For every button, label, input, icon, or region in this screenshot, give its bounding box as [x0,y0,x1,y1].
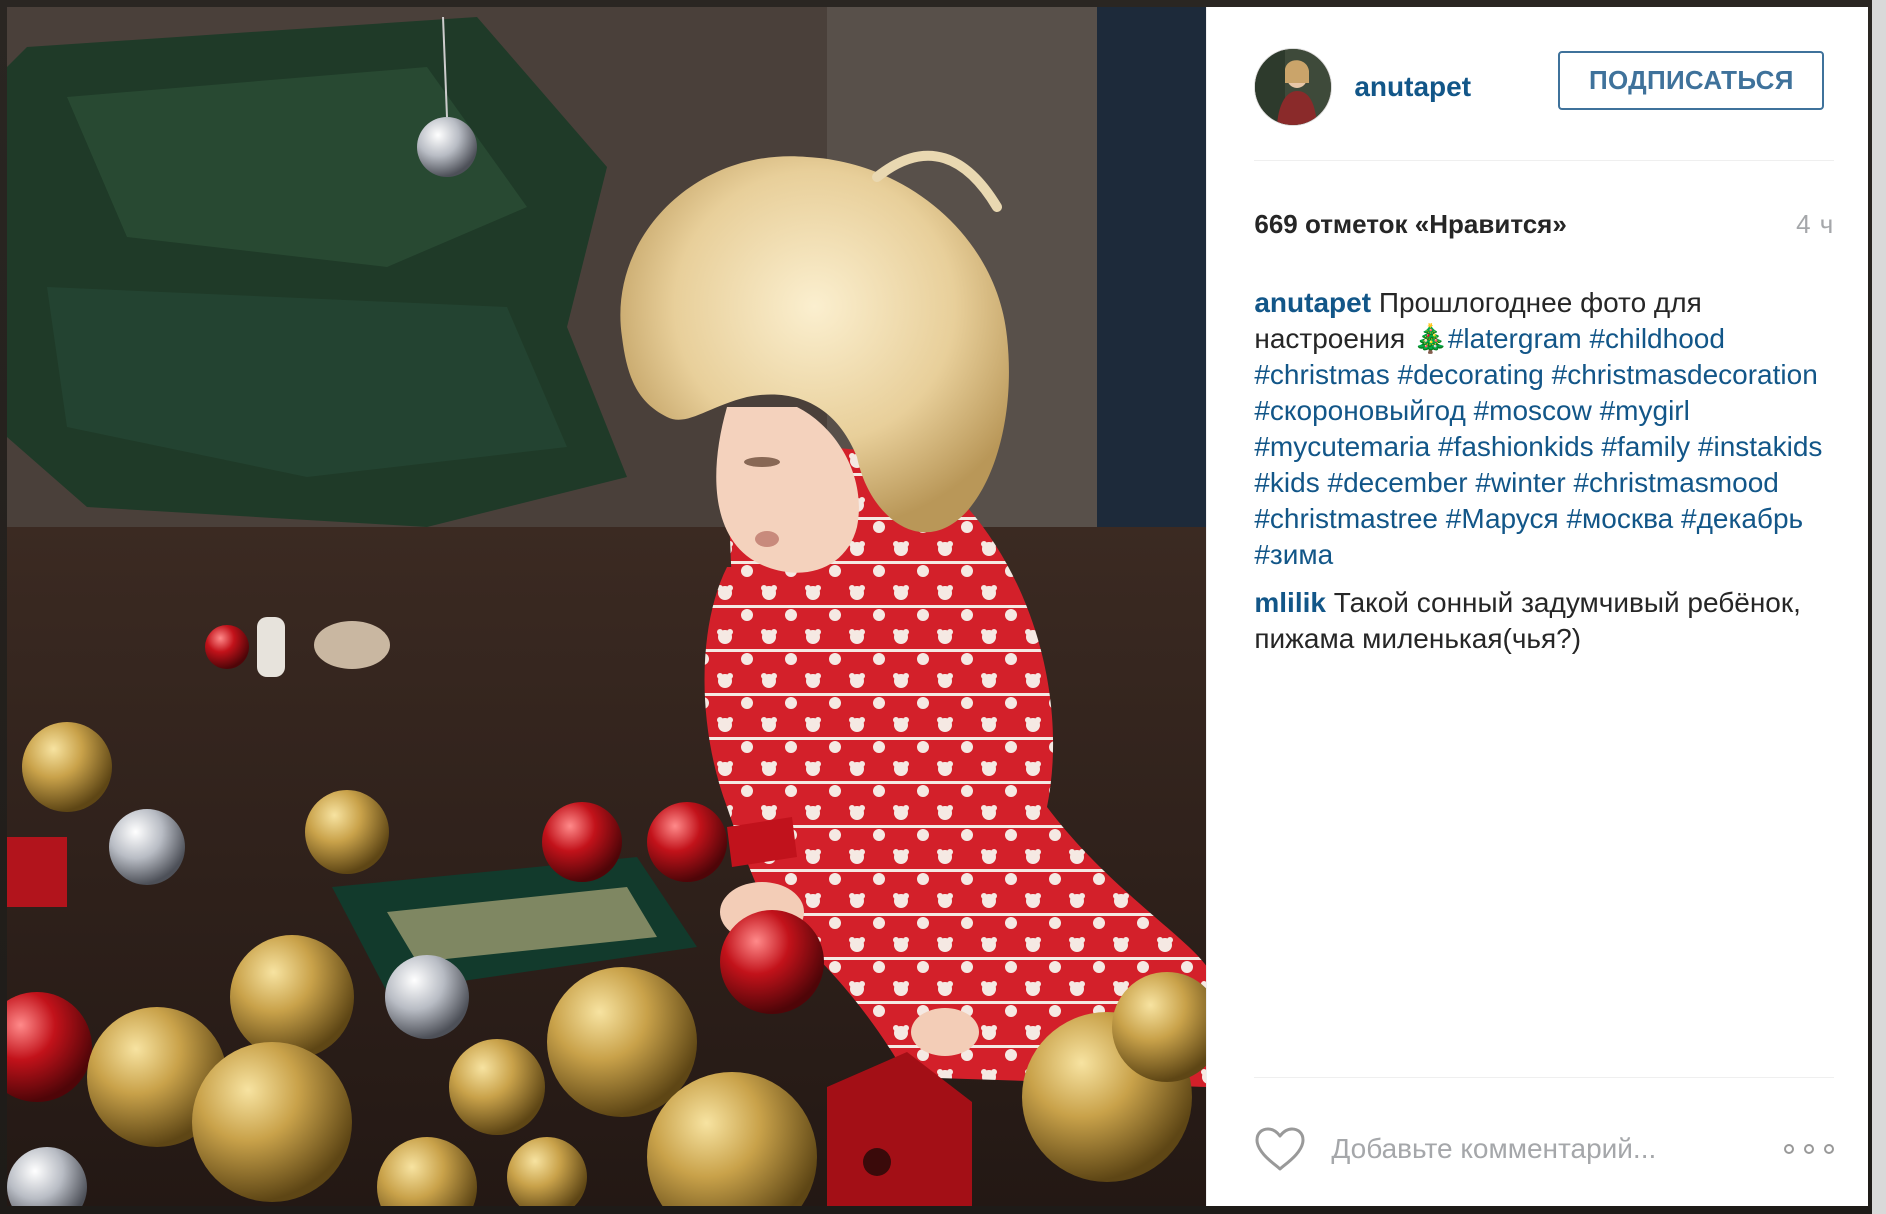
comment-text: Такой сонный задумчивый ребёнок, пижама … [1254,587,1801,654]
hashtag-link[interactable]: #winter [1475,467,1565,498]
post-side-panel: anutapet ПОДПИСАТЬСЯ 669 отметок «Нравит… [1206,7,1868,1206]
author-username-link[interactable]: anutapet [1354,71,1471,103]
hashtag-link[interactable]: #декабрь [1681,503,1803,534]
heart-outline-icon [1255,1127,1305,1171]
avatar-image [1255,49,1332,125]
hashtag-link[interactable]: #december [1328,467,1468,498]
hashtag-link[interactable]: #mygirl [1600,395,1690,426]
post-timestamp[interactable]: 4 ч [1796,209,1834,240]
dot [1824,1144,1835,1154]
hashtag-link[interactable]: #fashionkids [1438,431,1594,462]
hashtag-link[interactable]: #москва [1566,503,1673,534]
comment-input[interactable] [1331,1126,1742,1172]
hashtag-link[interactable]: #Маруся [1446,503,1559,534]
hashtag-link[interactable]: #decorating [1398,359,1544,390]
hashtag-link[interactable]: #mycutemaria [1254,431,1430,462]
follow-button[interactable]: ПОДПИСАТЬСЯ [1558,51,1825,110]
post-dialog: anutapet ПОДПИСАТЬСЯ 669 отметок «Нравит… [7,7,1868,1206]
caption-comment: anutapet Прошлогоднее фото для настроени… [1254,285,1834,573]
hashtag-link[interactable]: #latergram [1448,323,1582,354]
hashtag-link[interactable]: #скороновыйгод [1254,395,1465,426]
caption-hashtags: #latergram #childhood #christmas #decora… [1254,323,1822,570]
comment-footer [1254,1077,1835,1207]
post-header: anutapet ПОДПИСАТЬСЯ [1254,7,1835,161]
list-item: mlilik Такой сонный задумчивый ребёнок, … [1254,585,1834,657]
hashtag-link[interactable]: #зима [1254,539,1333,570]
post-photo[interactable] [7,7,1207,1206]
hashtag-link[interactable]: #christmas [1254,359,1389,390]
hashtag-link[interactable]: #family [1601,431,1690,462]
hashtag-link[interactable]: #instakids [1698,431,1823,462]
more-options-icon[interactable] [1784,1134,1835,1164]
dot [1804,1144,1815,1154]
hashtag-link[interactable]: #moscow [1474,395,1592,426]
likes-count[interactable]: 669 отметок «Нравится» [1254,209,1566,240]
photo-illustration [7,7,1207,1206]
likes-row: 669 отметок «Нравится» 4 ч [1254,209,1834,249]
caption-username-link[interactable]: anutapet [1254,287,1371,318]
comments-list: anutapet Прошлогоднее фото для настроени… [1254,285,1834,669]
hashtag-link[interactable]: #christmasdecoration [1552,359,1818,390]
avatar[interactable] [1254,48,1333,126]
heart-icon[interactable] [1254,1126,1306,1172]
comment-username-link[interactable]: mlilik [1254,587,1326,618]
hashtag-link[interactable]: #kids [1254,467,1319,498]
hashtag-link[interactable]: #childhood [1589,323,1724,354]
dot [1784,1144,1795,1154]
hashtag-link[interactable]: #christmastree [1254,503,1438,534]
hashtag-link[interactable]: #christmasmood [1573,467,1778,498]
scrollbar-thumb[interactable] [1872,645,1886,667]
